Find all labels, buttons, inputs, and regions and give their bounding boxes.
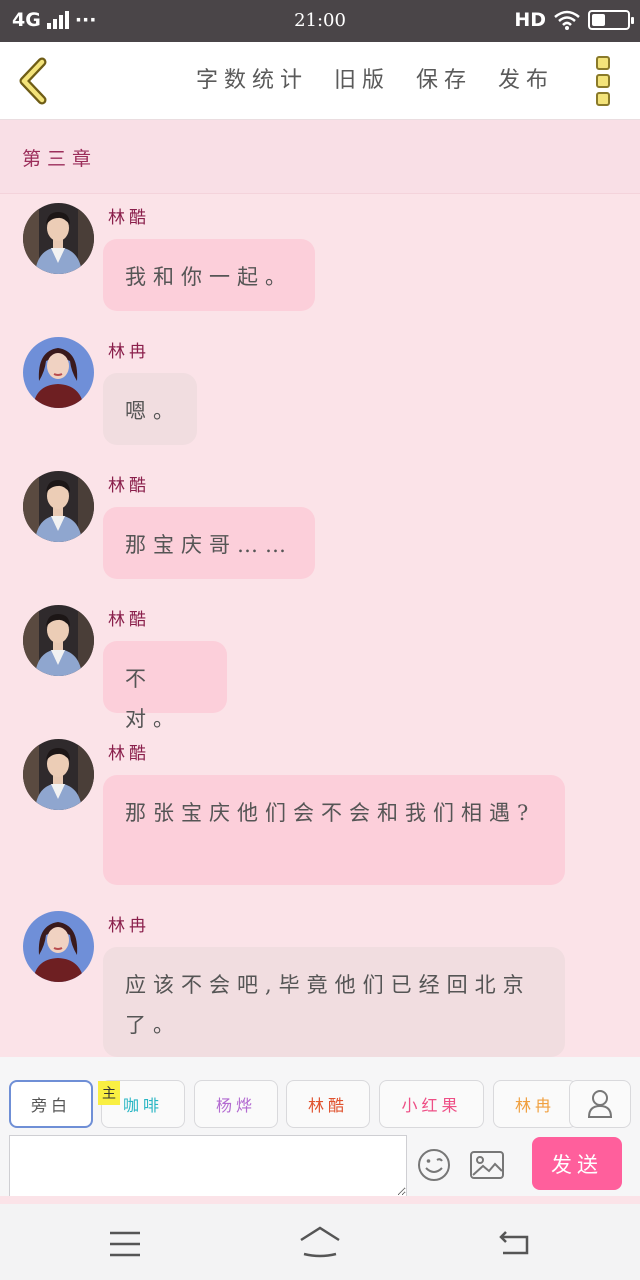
- chapter-header[interactable]: 第三章: [0, 120, 640, 194]
- message-bubble[interactable]: 嗯。: [103, 373, 197, 445]
- status-bar: 4G ··· 21:00 HD: [0, 0, 640, 42]
- message-bubble[interactable]: 不对。: [103, 641, 227, 731]
- back-icon[interactable]: [497, 1228, 533, 1258]
- avatar[interactable]: [23, 739, 94, 810]
- sender-name: 林酷: [108, 610, 150, 630]
- message-bubble[interactable]: 那宝庆哥……: [103, 507, 315, 579]
- sender-name: 林酷: [108, 744, 150, 764]
- sender-name: 林酷: [108, 476, 150, 496]
- divider: [0, 1196, 640, 1204]
- role-selector: 旁白 咖啡 主 杨烨 林酷 小红果 林冉: [0, 1057, 640, 1133]
- role-button[interactable]: 林酷: [286, 1080, 370, 1128]
- message-bubble[interactable]: 应该不会吧,毕竟他们已经回北京了。: [103, 947, 565, 1057]
- editor-toolbar: 字数统计 旧版 保存 发布: [0, 42, 640, 120]
- main-role-tag: 主: [98, 1081, 120, 1105]
- role-narrator-button[interactable]: 旁白: [9, 1080, 93, 1128]
- battery-level: [592, 14, 605, 26]
- home-icon[interactable]: [298, 1224, 342, 1258]
- chevron-left-icon[interactable]: [14, 56, 54, 106]
- emoji-icon[interactable]: [416, 1147, 452, 1183]
- menu-icon[interactable]: [108, 1230, 142, 1258]
- message-bubble[interactable]: 那张宝庆他们会不会和我们相遇?: [103, 775, 565, 885]
- avatar[interactable]: [23, 203, 94, 274]
- avatar[interactable]: [23, 471, 94, 542]
- avatar[interactable]: [23, 911, 94, 982]
- message-input[interactable]: [9, 1135, 407, 1197]
- message-list[interactable]: 林酷 我和你一起。 林冉 嗯。 林酷 那宝庆哥…… 林酷 不对。 林酷 那张宝庆…: [0, 195, 640, 1057]
- role-button[interactable]: 林冉: [493, 1080, 577, 1128]
- send-button[interactable]: 发送: [532, 1137, 622, 1190]
- message-bubble[interactable]: 我和你一起。: [103, 239, 315, 311]
- word-count-button[interactable]: 字数统计: [196, 62, 308, 94]
- user-icon[interactable]: [569, 1080, 631, 1128]
- role-button[interactable]: 小红果: [379, 1080, 484, 1128]
- avatar[interactable]: [23, 605, 94, 676]
- system-navbar: [0, 1204, 640, 1280]
- wifi-icon: [554, 10, 580, 30]
- role-button[interactable]: 杨烨: [194, 1080, 278, 1128]
- composer: 发送: [0, 1133, 640, 1203]
- sender-name: 林酷: [108, 208, 150, 228]
- avatar[interactable]: [23, 337, 94, 408]
- hd-indicator: HD: [514, 9, 546, 31]
- more-vertical-icon[interactable]: [596, 56, 612, 106]
- sender-name: 林冉: [108, 342, 150, 362]
- old-version-button[interactable]: 旧版: [334, 62, 390, 94]
- publish-button[interactable]: 发布: [498, 62, 554, 94]
- image-icon[interactable]: [469, 1149, 505, 1181]
- save-button[interactable]: 保存: [416, 62, 472, 94]
- sender-name: 林冉: [108, 916, 150, 936]
- chapter-title: 第三章: [22, 148, 98, 170]
- battery-icon: [588, 10, 634, 30]
